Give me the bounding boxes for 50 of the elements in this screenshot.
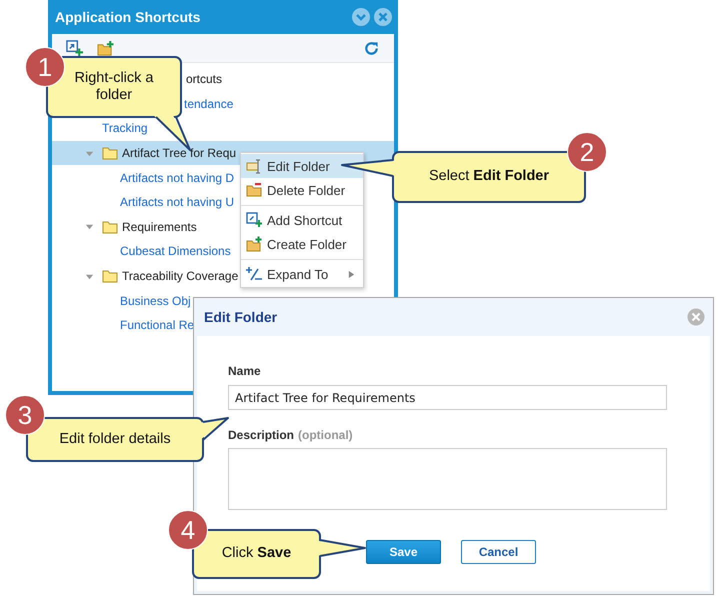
- callout-text: Select Edit Folder: [428, 168, 550, 186]
- description-field[interactable]: [228, 448, 667, 510]
- submenu-arrow-icon: [348, 270, 355, 278]
- folder-label[interactable]: Requirements: [122, 220, 197, 234]
- close-icon[interactable]: [374, 8, 392, 26]
- menu-item[interactable]: Create Folder: [241, 232, 363, 256]
- field-label: Name: [228, 364, 262, 378]
- folder-label[interactable]: ortcuts: [186, 72, 222, 86]
- folder-icon: [102, 220, 118, 234]
- step-badge: 2: [567, 132, 607, 172]
- callout-text: Right-click a folder: [74, 70, 154, 104]
- collapse-icon[interactable]: [352, 8, 370, 26]
- step-badge: 4: [168, 510, 208, 550]
- step-badge: 3: [5, 395, 45, 435]
- shortcut-link[interactable]: Cubesat Dimensions: [120, 244, 231, 258]
- expand-triangle-icon[interactable]: [85, 148, 94, 158]
- name-field[interactable]: Artifact Tree for Requirements: [228, 385, 667, 410]
- shortcut-link[interactable]: Artifacts not having U: [120, 195, 234, 210]
- close-icon[interactable]: [687, 308, 705, 326]
- folder-label[interactable]: Traceability Coverage: [122, 269, 238, 284]
- add-shortcut-icon[interactable]: [66, 40, 83, 56]
- menu-item[interactable]: Delete Folder: [241, 178, 363, 202]
- expand-triangle-icon[interactable]: [85, 272, 94, 281]
- shortcut-link[interactable]: Functional Re: [120, 318, 194, 332]
- edit-icon: [246, 158, 262, 174]
- optional-hint: (optional): [298, 428, 353, 442]
- menu-item[interactable]: Expand To: [241, 259, 363, 286]
- shortcut-link[interactable]: tendance: [184, 96, 234, 111]
- panel-title: Application Shortcuts: [55, 9, 202, 25]
- expand-icon: [246, 266, 262, 282]
- cancel-button[interactable]: Cancel: [461, 540, 536, 564]
- shortcut-link[interactable]: Business Obj: [120, 294, 191, 308]
- add-shortcut-icon: [246, 212, 262, 228]
- menu-item[interactable]: Edit Folder: [241, 154, 363, 178]
- callout-text: Edit folder details: [59, 430, 171, 448]
- field-label: Description: [228, 428, 294, 442]
- new-folder-icon: [246, 236, 262, 252]
- folder-icon: [102, 269, 118, 284]
- folder-icon: [102, 146, 118, 160]
- dialog-title: Edit Folder: [204, 309, 278, 325]
- expand-triangle-icon[interactable]: [85, 222, 94, 232]
- shortcut-link[interactable]: Tracking: [102, 121, 148, 136]
- callout-text: Click Save: [222, 545, 292, 563]
- folder-delete-icon: [246, 182, 262, 198]
- shortcut-link[interactable]: Artifacts not having D: [120, 170, 234, 185]
- menu-item[interactable]: Add Shortcut: [241, 205, 363, 232]
- folder-label[interactable]: Artifact Tree for Requ: [122, 146, 236, 160]
- refresh-icon[interactable]: [363, 40, 380, 56]
- new-folder-icon[interactable]: [97, 40, 114, 56]
- step-badge: 1: [25, 47, 65, 87]
